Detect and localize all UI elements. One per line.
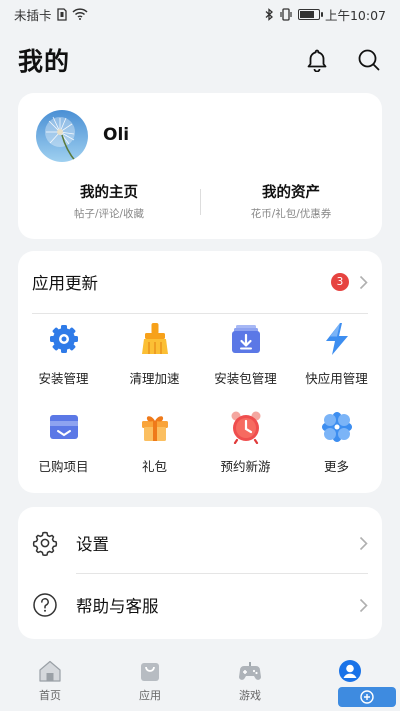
package-manager-label: 安装包管理 (214, 371, 277, 386)
tab-apps-label: 应用 (139, 689, 161, 702)
page-header: 我的 (0, 38, 400, 82)
tab-apps[interactable]: 应用 (100, 650, 200, 711)
wifi-icon (71, 8, 88, 20)
tab-home-label: 首页 (39, 689, 61, 702)
bell-icon (307, 49, 327, 72)
more-label: 更多 (323, 459, 349, 474)
profile-icon (337, 658, 363, 684)
vibrate-icon (279, 7, 293, 21)
tab-games-label: 游戏 (239, 689, 261, 702)
preorder-games-item[interactable]: 预约新游 (200, 409, 291, 475)
search-icon (358, 49, 380, 71)
clock-text: 上午10:07 (324, 7, 386, 23)
avatar[interactable] (36, 110, 88, 162)
tab-games[interactable]: 游戏 (200, 650, 300, 711)
divider (200, 189, 201, 215)
chevron-right-icon (359, 598, 368, 612)
bluetooth-icon (265, 7, 274, 21)
broom-icon (137, 321, 173, 357)
battery-icon (297, 8, 323, 20)
app-updates-label: 应用更新 (32, 274, 98, 293)
more-icon (319, 409, 355, 445)
my-homepage-title: 我的主页 (80, 185, 138, 201)
lightning-icon (319, 321, 355, 357)
my-assets-link[interactable]: 我的资产 花币/礼包/优惠券 (200, 181, 382, 221)
settings-label: 设置 (76, 535, 109, 554)
gamepad-icon (237, 658, 263, 684)
my-assets-subtitle: 花币/礼包/优惠券 (250, 208, 332, 220)
my-assets-title: 我的资产 (262, 185, 320, 201)
page-title: 我的 (18, 47, 71, 76)
profile-card: Oli 我的主页 帖子/评论/收藏 我的资产 花币/礼包/优惠券 (18, 93, 382, 239)
alarm-clock-icon (228, 409, 264, 445)
my-homepage-subtitle: 帖子/评论/收藏 (73, 208, 145, 220)
package-icon (228, 321, 264, 357)
gear-icon (46, 321, 82, 357)
quick-app-manager-item[interactable]: 快应用管理 (291, 321, 382, 387)
chevron-right-icon (359, 536, 368, 550)
help-support-label: 帮助与客服 (76, 597, 159, 616)
gift-label: 礼包 (141, 459, 167, 474)
apps-card: 应用更新 3 安装管理 清理加速 安装包管理 快应用管理 已购项目 礼包 预约新… (18, 251, 382, 493)
my-homepage-link[interactable]: 我的主页 帖子/评论/收藏 (18, 181, 200, 221)
package-manager-item[interactable]: 安装包管理 (200, 321, 291, 387)
update-count-badge: 3 (331, 273, 349, 291)
preorder-games-label: 预约新游 (220, 459, 271, 474)
tab-home[interactable]: 首页 (0, 650, 100, 711)
app-updates-row[interactable]: 应用更新 3 (18, 251, 382, 313)
username[interactable]: Oli (103, 125, 129, 145)
settings-row[interactable]: 设置 (18, 511, 382, 575)
install-manager-label: 安装管理 (38, 371, 89, 386)
quick-app-manager-label: 快应用管理 (305, 371, 368, 386)
divider (32, 313, 368, 314)
purchased-icon (46, 409, 82, 445)
carrier-text: 未插卡 (14, 7, 52, 23)
notification-button[interactable] (304, 47, 330, 73)
clean-accelerate-item[interactable]: 清理加速 (109, 321, 200, 387)
apps-icon (137, 658, 163, 684)
purchased-item[interactable]: 已购项目 (18, 409, 109, 475)
gift-icon (137, 409, 173, 445)
purchased-label: 已购项目 (38, 459, 89, 474)
app-tools-grid: 安装管理 清理加速 安装包管理 快应用管理 已购项目 礼包 预约新游 更多 (18, 321, 382, 475)
watermark-logo (338, 687, 396, 707)
settings-card: 设置 帮助与客服 (18, 507, 382, 639)
gift-item[interactable]: 礼包 (109, 409, 200, 475)
home-icon (37, 658, 63, 684)
sim-icon (56, 7, 67, 21)
help-support-row[interactable]: 帮助与客服 (18, 573, 382, 637)
search-button[interactable] (356, 47, 382, 73)
clean-accelerate-label: 清理加速 (129, 371, 180, 386)
settings-icon (32, 530, 58, 556)
chevron-right-icon (359, 275, 368, 289)
more-item[interactable]: 更多 (291, 409, 382, 475)
status-bar: 未插卡 上午10:07 (0, 0, 400, 28)
install-manager-item[interactable]: 安装管理 (18, 321, 109, 387)
help-icon (32, 592, 58, 618)
